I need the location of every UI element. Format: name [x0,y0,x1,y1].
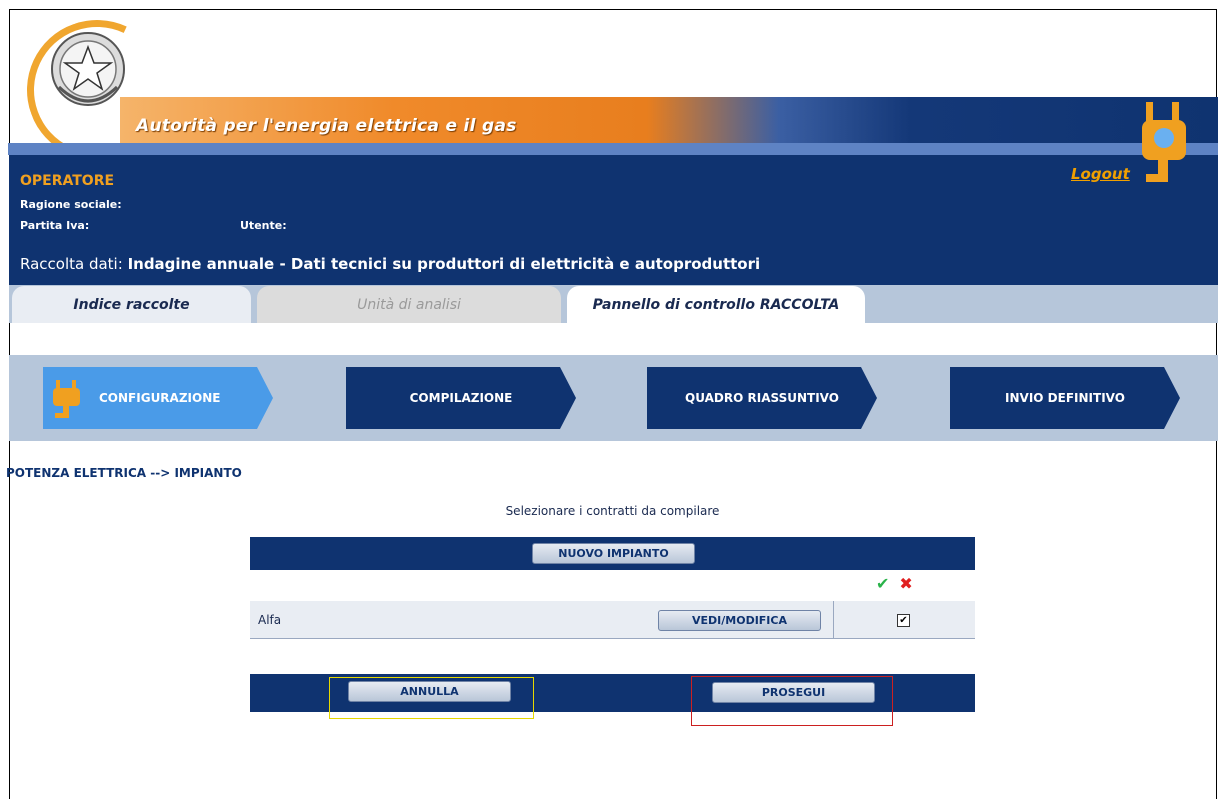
row-name: Alfa [258,613,282,627]
instruction-text: Selezionare i contratti da compilare [505,504,720,518]
check-icon[interactable]: ✔ [876,574,889,593]
table-row [250,601,975,639]
raccolta-label: Raccolta dati: [20,255,123,273]
table-header-icons: ✔ ✖ [876,574,913,593]
tab-indice-raccolte[interactable]: Indice raccolte [12,286,251,323]
banner-stripe [8,143,1218,155]
prosegui-highlight [691,676,893,726]
banner-title: Autorità per l'energia elettrica e il ga… [136,116,517,136]
raccolta-value: Indagine annuale - Dati tecnici su produ… [127,255,761,273]
cross-icon[interactable]: ✖ [899,574,912,593]
partita-iva-label: Partita Iva: [20,219,90,232]
tab-unita-di-analisi[interactable]: Unità di analisi [257,286,561,323]
logout-link[interactable]: Logout [1071,165,1130,183]
ragione-sociale-label: Ragione sociale: [20,198,122,211]
vedi-modifica-button[interactable]: VEDI/MODIFICA [658,610,821,631]
step-quadro-riassuntivo[interactable]: QUADRO RIASSUNTIVO [647,367,877,429]
step-compilazione[interactable]: COMPILAZIONE [346,367,576,429]
italian-emblem-icon [51,32,125,106]
annulla-highlight [329,677,534,719]
operator-title: OPERATORE [20,173,115,189]
row-separator [833,601,834,639]
raccolta-dati: Raccolta dati: Indagine annuale - Dati t… [20,255,760,273]
tab-pannello-di-controllo[interactable]: Pannello di controllo RACCOLTA [567,286,865,323]
plug-step-icon [53,380,80,418]
nuovo-impianto-button[interactable]: NUOVO IMPIANTO [532,543,695,564]
select-checkbox[interactable]: ✔ [897,614,910,627]
breadcrumb: POTENZA ELETTRICA --> IMPIANTO [6,466,242,480]
plug-icon [1142,102,1186,182]
step-invio-definitivo[interactable]: INVIO DEFINITIVO [950,367,1180,429]
utente-label: Utente: [240,219,287,232]
